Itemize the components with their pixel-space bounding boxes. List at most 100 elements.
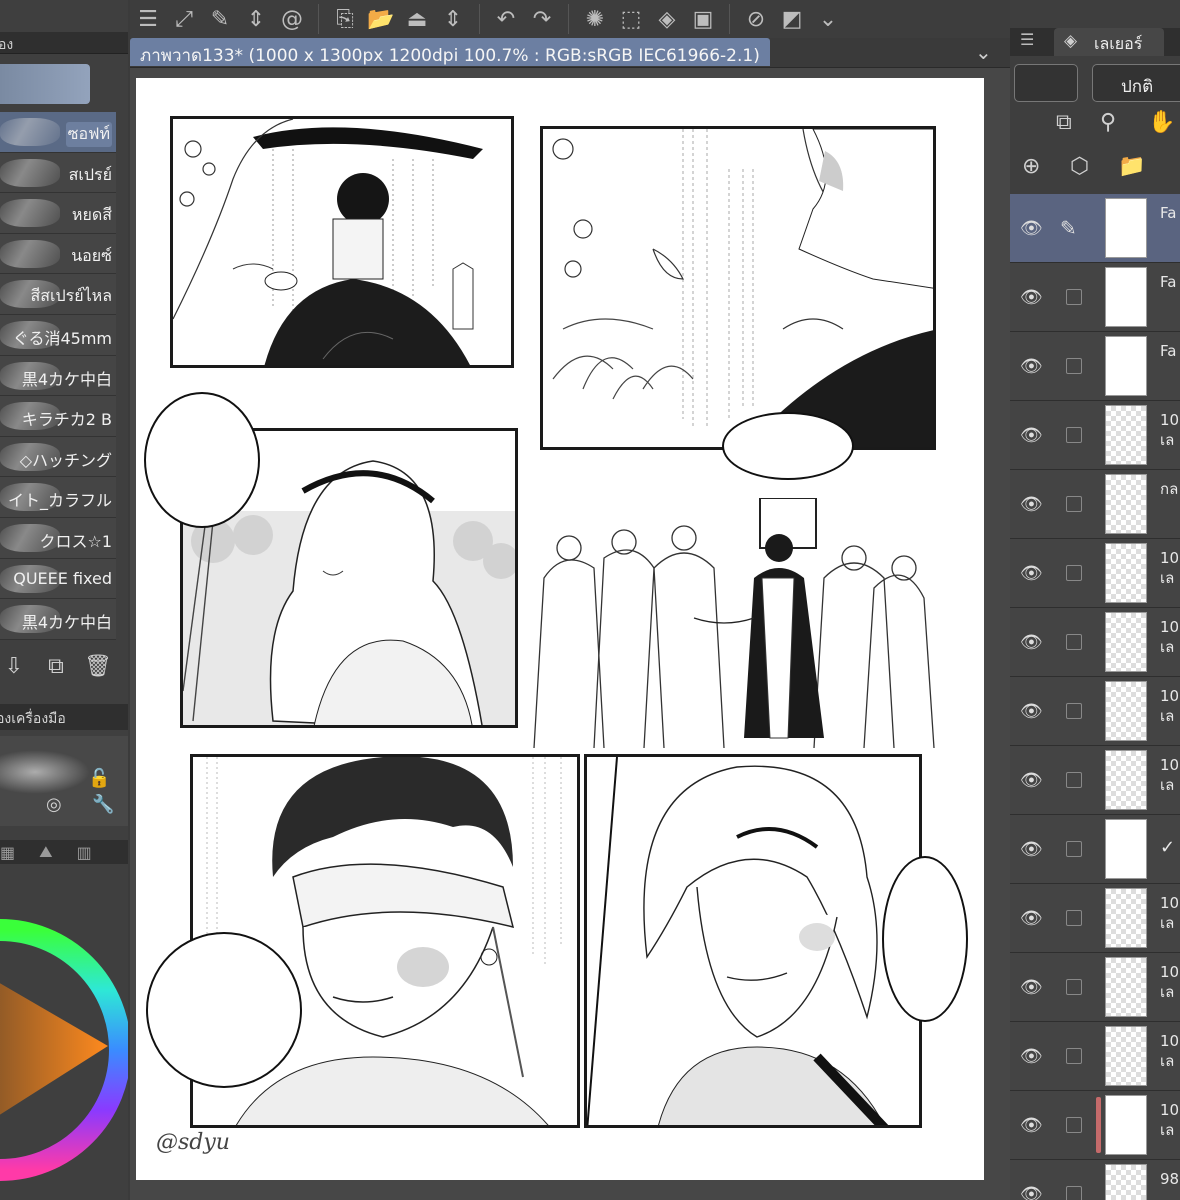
brush-group-swatch[interactable]: [0, 64, 90, 104]
transform-icon[interactable]: ▣: [685, 4, 721, 34]
eye-icon[interactable]: 👁: [1020, 632, 1043, 653]
reference-layer-icon[interactable]: ⚲: [1100, 110, 1116, 135]
fill-icon[interactable]: ◈: [649, 4, 685, 34]
color-grid-tab-icon[interactable]: ▦: [0, 843, 15, 862]
chevron-updown-icon[interactable]: ⇕: [435, 4, 471, 34]
layer-checkbox[interactable]: [1066, 772, 1082, 788]
layer-row[interactable]: 👁 10 เล: [1010, 677, 1180, 746]
eye-icon[interactable]: 👁: [1020, 1046, 1043, 1067]
tab-list-chevron-icon[interactable]: ⌄: [975, 40, 992, 64]
layer-checkbox[interactable]: [1066, 841, 1082, 857]
document-tab[interactable]: ภาพวาด133* (1000 x 1300px 1200dpi 100.7%…: [130, 38, 770, 66]
duplicate-brush-icon[interactable]: ⧉: [42, 654, 70, 682]
color-film-tab-icon[interactable]: ▥: [77, 843, 92, 862]
layer-checkbox[interactable]: [1066, 1048, 1082, 1064]
new-raster-layer-icon[interactable]: ⊕: [1022, 154, 1040, 179]
new-folder-icon[interactable]: 📁: [1118, 154, 1145, 179]
layer-checkbox[interactable]: [1066, 427, 1082, 443]
ruler-icon[interactable]: ◩: [774, 4, 810, 34]
layer-row[interactable]: 👁 10 เล: [1010, 884, 1180, 953]
layer-row[interactable]: 👁 10 เล: [1010, 953, 1180, 1022]
brush-item[interactable]: หยดสี: [0, 193, 116, 234]
layer-color-box[interactable]: [1014, 64, 1078, 102]
layer-row[interactable]: 👁 Fa: [1010, 332, 1180, 401]
brush-item[interactable]: クロス☆1: [0, 517, 116, 559]
layer-checkbox[interactable]: [1066, 1186, 1082, 1200]
wrench-icon[interactable]: 🔧: [92, 794, 114, 815]
layer-row[interactable]: 👁 98: [1010, 1160, 1180, 1200]
clip-layer-icon[interactable]: ⧉: [1056, 110, 1072, 135]
blend-mode-select[interactable]: ปกติ: [1092, 64, 1180, 102]
eye-icon[interactable]: 👁: [1020, 287, 1043, 308]
brush-panel-tab[interactable]: อง: [0, 32, 128, 54]
chevron-down-icon[interactable]: ⌄: [810, 4, 846, 34]
brush-item[interactable]: นอยซ์: [0, 233, 116, 275]
layer-checkbox[interactable]: [1066, 634, 1082, 650]
fit-canvas-icon[interactable]: ⤢: [166, 4, 202, 34]
brush-item[interactable]: สีสเปรย์ไหล: [0, 274, 116, 315]
eye-icon[interactable]: 👁: [1020, 356, 1043, 377]
eye-icon[interactable]: 👁: [1020, 563, 1043, 584]
open-folder-icon[interactable]: 📂: [363, 4, 399, 34]
redo-icon[interactable]: ↷: [524, 4, 560, 34]
eye-icon[interactable]: 👁: [1020, 908, 1043, 929]
clear-selection-icon[interactable]: ⊘: [738, 4, 774, 34]
layer-row[interactable]: 👁 10 เล: [1010, 746, 1180, 815]
brush-item[interactable]: QUEEE fixed: [0, 558, 116, 600]
eye-icon[interactable]: 👁: [1020, 218, 1043, 239]
stepper-icon[interactable]: ⇕: [238, 4, 274, 34]
layer-row[interactable]: 👁 10 เล: [1010, 1022, 1180, 1091]
canvas-page[interactable]: @sdyu: [136, 78, 984, 1180]
eye-icon[interactable]: 👁: [1020, 701, 1043, 722]
panel-menu-icon[interactable]: ☰: [1020, 30, 1034, 49]
canvas-area[interactable]: @sdyu: [130, 68, 1010, 1200]
eye-icon[interactable]: 👁: [1020, 770, 1043, 791]
layer-checkbox[interactable]: [1066, 703, 1082, 719]
undo-icon[interactable]: ↶: [488, 4, 524, 34]
layer-checkbox[interactable]: [1066, 496, 1082, 512]
pencil-icon[interactable]: ✎: [1060, 216, 1077, 240]
lock-layer-icon[interactable]: ✋: [1148, 110, 1175, 135]
brush-item[interactable]: ซอฟท์: [0, 112, 116, 153]
layer-row[interactable]: 👁 กล: [1010, 470, 1180, 539]
eye-icon[interactable]: 👁: [1020, 839, 1043, 860]
loading-icon[interactable]: ✺: [577, 4, 613, 34]
layer-checkbox[interactable]: [1066, 289, 1082, 305]
brush-item[interactable]: ぐる消45mm: [0, 314, 116, 356]
eye-icon[interactable]: 👁: [1020, 1115, 1043, 1136]
layer-checkbox[interactable]: [1066, 565, 1082, 581]
brush-item[interactable]: 黒4カケ中白: [0, 599, 116, 640]
menu-icon[interactable]: ☰: [130, 4, 166, 34]
tab-layers[interactable]: ◈ เลเยอร์: [1054, 28, 1164, 56]
eye-icon[interactable]: 👁: [1020, 1184, 1043, 1200]
brush-item[interactable]: キラチカ2 B: [0, 396, 116, 437]
spiral-icon[interactable]: @: [274, 4, 310, 34]
brush-item[interactable]: イト_カラフル: [0, 477, 116, 518]
edit-icon[interactable]: ✎: [202, 4, 238, 34]
layer-row[interactable]: 👁 10 เล: [1010, 1091, 1180, 1160]
brush-item[interactable]: สเปรย์: [0, 152, 116, 194]
eye-icon[interactable]: 👁: [1020, 425, 1043, 446]
layer-row[interactable]: 👁 10 เล: [1010, 608, 1180, 677]
layer-checkbox[interactable]: [1066, 1117, 1082, 1133]
layer-checkbox[interactable]: [1066, 358, 1082, 374]
brush-item[interactable]: 黒4カケ中白: [0, 355, 116, 397]
layer-row[interactable]: 👁 ✎ Fa: [1010, 194, 1180, 263]
eye-icon[interactable]: 👁: [1020, 977, 1043, 998]
layer-checkbox[interactable]: [1066, 910, 1082, 926]
target-icon[interactable]: ◎: [46, 794, 62, 815]
new-vector-layer-icon[interactable]: ⬡: [1070, 154, 1089, 179]
export-brush-icon[interactable]: ⇩: [0, 654, 28, 682]
new-file-icon[interactable]: ⎘: [327, 4, 363, 34]
eye-icon[interactable]: 👁: [1020, 494, 1043, 515]
trash-icon[interactable]: 🗑: [84, 654, 112, 682]
color-mountain-tab-icon[interactable]: ⛰: [39, 842, 52, 862]
brush-item[interactable]: ◇ハッチング: [0, 436, 116, 478]
layer-checkbox[interactable]: [1066, 979, 1082, 995]
tool-property-tab[interactable]: องเครื่องมือ: [0, 704, 128, 730]
layer-row[interactable]: 👁 Fa: [1010, 263, 1180, 332]
export-icon[interactable]: ⏏: [399, 4, 435, 34]
layer-row[interactable]: 👁 10 เล: [1010, 539, 1180, 608]
layer-row[interactable]: 👁 ✓: [1010, 815, 1180, 884]
layer-row[interactable]: 👁 10 เล: [1010, 401, 1180, 470]
